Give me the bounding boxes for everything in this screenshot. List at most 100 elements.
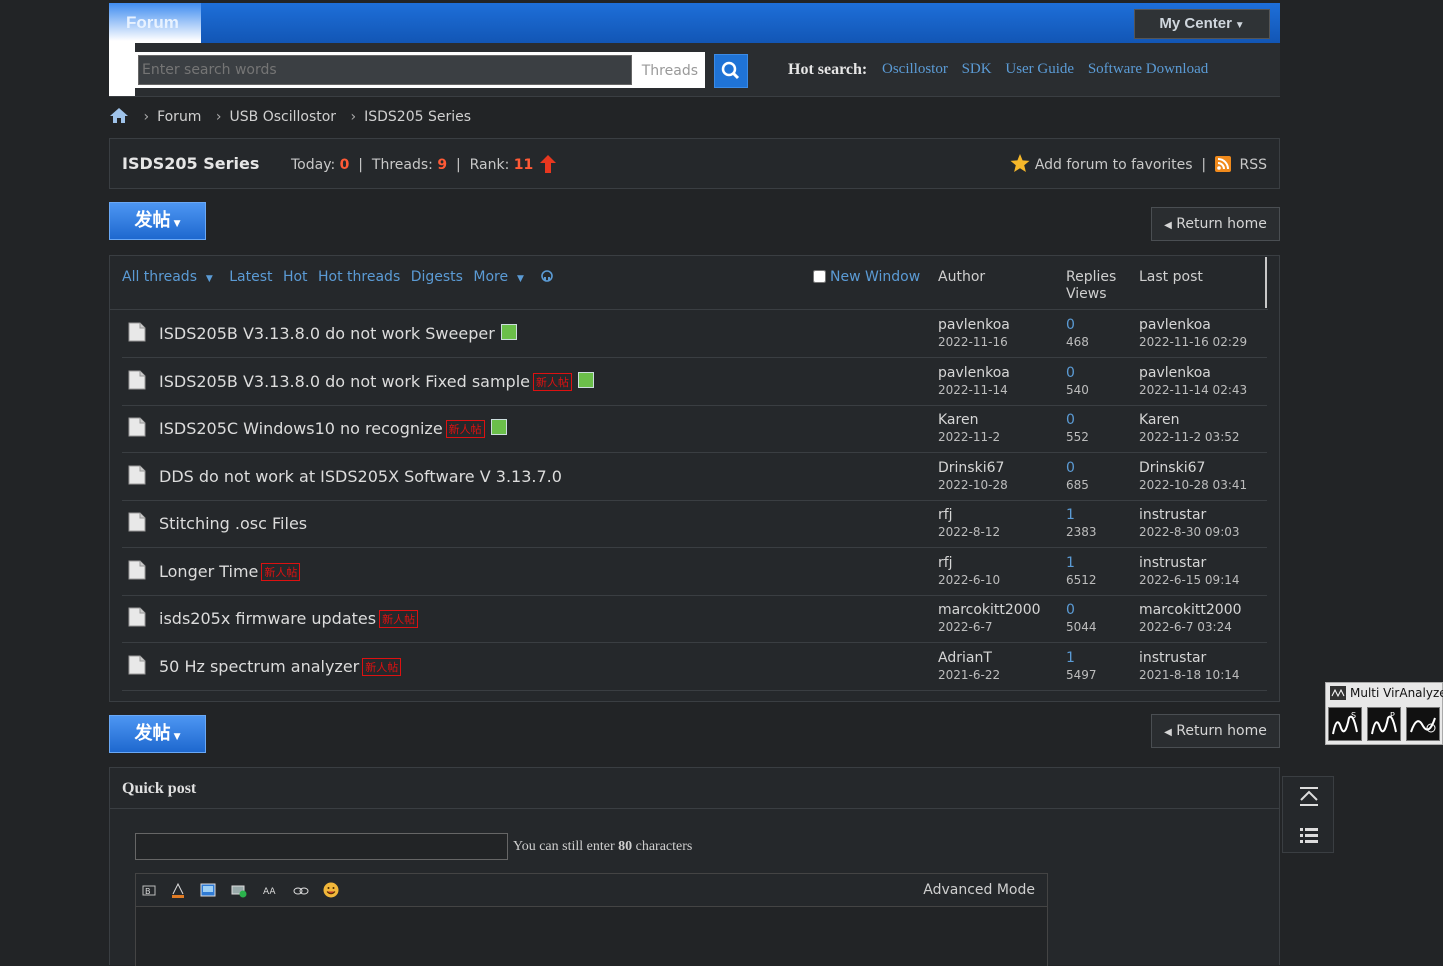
author-link[interactable]: pavlenkoa bbox=[938, 317, 1010, 333]
column-last-post: Last post bbox=[1139, 269, 1203, 285]
last-post-time[interactable]: 2022-11-2 03:52 bbox=[1139, 429, 1240, 446]
filter-hot[interactable]: Hot bbox=[283, 269, 308, 285]
list-icon[interactable] bbox=[1297, 825, 1321, 847]
view-count: 468 bbox=[1066, 335, 1089, 349]
last-post-user[interactable]: instrustar bbox=[1139, 650, 1206, 666]
reply-count[interactable]: 0 bbox=[1066, 602, 1075, 618]
thread-title-link[interactable]: 50 Hz spectrum analyzer bbox=[159, 657, 359, 676]
thread-title-link[interactable]: isds205x firmware updates bbox=[159, 609, 376, 628]
reply-count[interactable]: 0 bbox=[1066, 365, 1075, 381]
last-post-user[interactable]: instrustar bbox=[1139, 555, 1206, 571]
breadcrumb-forum[interactable]: Forum bbox=[157, 109, 201, 125]
reply-count[interactable]: 0 bbox=[1066, 460, 1075, 476]
my-center-button[interactable]: My Center ▼ bbox=[1134, 9, 1270, 39]
link-icon[interactable] bbox=[293, 882, 309, 898]
last-post-time[interactable]: 2021-8-18 10:14 bbox=[1139, 667, 1240, 684]
filter-all-threads[interactable]: All threads ▼ bbox=[122, 269, 219, 285]
author-link[interactable]: AdrianT bbox=[938, 650, 992, 666]
author-link[interactable]: rfj bbox=[938, 555, 953, 571]
breadcrumb-usb-oscillostor[interactable]: USB Oscillostor bbox=[230, 109, 337, 125]
refresh-icon[interactable] bbox=[540, 269, 554, 283]
image-attachment-icon bbox=[490, 419, 507, 435]
caret-down-icon: ▼ bbox=[170, 732, 181, 742]
author-link[interactable]: pavlenkoa bbox=[938, 365, 1010, 381]
hot-link-oscillostor[interactable]: Oscillostor bbox=[882, 61, 948, 77]
stats-cell: 1 6512 bbox=[1066, 555, 1097, 589]
author-link[interactable]: rfj bbox=[938, 507, 953, 523]
new-window-toggle[interactable]: New Window bbox=[813, 269, 920, 285]
breadcrumb-isds205[interactable]: ISDS205 Series bbox=[364, 109, 471, 125]
thread-title-link[interactable]: ISDS205B V3.13.8.0 do not work Sweeper bbox=[159, 324, 495, 343]
image-icon[interactable] bbox=[200, 882, 216, 898]
thread-list: All threads ▼ Latest Hot Hot threads Dig… bbox=[109, 255, 1280, 702]
forum-tab[interactable]: Forum bbox=[109, 3, 201, 43]
add-to-favorites-link[interactable]: Add forum to favorites bbox=[1035, 157, 1193, 173]
hot-link-sdk[interactable]: SDK bbox=[962, 61, 992, 77]
thread-file-icon bbox=[128, 417, 146, 437]
thread-title-link[interactable]: ISDS205C Windows10 no recognize bbox=[159, 419, 443, 438]
filter-digests[interactable]: Digests bbox=[411, 269, 463, 285]
last-post-time[interactable]: 2022-11-14 02:43 bbox=[1139, 382, 1247, 399]
search-button[interactable] bbox=[714, 54, 748, 88]
home-icon[interactable] bbox=[109, 107, 129, 124]
post-date: 2022-11-14 bbox=[938, 382, 1008, 397]
new-post-button[interactable]: 发帖 ▼ bbox=[109, 202, 206, 240]
reply-count[interactable]: 0 bbox=[1066, 412, 1075, 428]
generator-mode-button[interactable] bbox=[1406, 707, 1440, 741]
filter-latest[interactable]: Latest bbox=[229, 269, 272, 285]
author-link[interactable]: Karen bbox=[938, 412, 978, 428]
thread-title-cell: ISDS205B V3.13.8.0 do not work Fixed sam… bbox=[159, 371, 594, 391]
thread-file-icon bbox=[128, 655, 146, 674]
reply-count[interactable]: 1 bbox=[1066, 650, 1075, 666]
back-to-top-icon[interactable] bbox=[1297, 786, 1321, 808]
svg-text:P: P bbox=[1390, 711, 1395, 720]
quote-icon[interactable]: AA bbox=[262, 882, 278, 898]
table-row: ISDS205C Windows10 no recognize 新人帖 Karen 2… bbox=[122, 405, 1267, 453]
last-post-time[interactable]: 2022-10-28 03:41 bbox=[1139, 477, 1247, 494]
author-link[interactable]: Drinski67 bbox=[938, 460, 1004, 476]
quick-post-header: Quick post bbox=[110, 768, 1279, 809]
filter-more[interactable]: More ▼ bbox=[473, 269, 530, 285]
search-type-select[interactable]: Threads bbox=[642, 63, 698, 79]
reply-count[interactable]: 0 bbox=[1066, 317, 1075, 333]
author-link[interactable]: marcokitt2000 bbox=[938, 602, 1041, 618]
last-post-user[interactable]: pavlenkoa bbox=[1139, 317, 1211, 333]
return-home-button[interactable]: ◀ Return home bbox=[1151, 207, 1280, 241]
reply-count[interactable]: 1 bbox=[1066, 555, 1075, 571]
emoji-icon[interactable] bbox=[323, 882, 339, 898]
last-post-user[interactable]: Drinski67 bbox=[1139, 460, 1205, 476]
advanced-mode-link[interactable]: Advanced Mode bbox=[923, 882, 1035, 898]
thread-title-link[interactable]: Longer Time bbox=[159, 562, 258, 581]
view-count: 5497 bbox=[1066, 667, 1097, 682]
last-post-time[interactable]: 2022-6-7 03:24 bbox=[1139, 619, 1242, 636]
last-post-time[interactable]: 2022-11-16 02:29 bbox=[1139, 334, 1247, 351]
thread-title-link[interactable]: DDS do not work at ISDS205X Software V 3… bbox=[159, 467, 562, 486]
spectrum-mode-button[interactable]: P bbox=[1367, 707, 1401, 741]
thread-title-link[interactable]: ISDS205B V3.13.8.0 do not work Fixed sam… bbox=[159, 372, 530, 391]
oscilloscope-mode-button[interactable]: S bbox=[1328, 707, 1362, 741]
last-post-time[interactable]: 2022-8-30 09:03 bbox=[1139, 524, 1240, 541]
bold-icon[interactable]: B bbox=[141, 882, 157, 898]
post-editor: B AA Advanced Mode bbox=[135, 873, 1048, 966]
reply-count[interactable]: 1 bbox=[1066, 507, 1075, 523]
search-input[interactable] bbox=[138, 55, 632, 85]
last-post-user[interactable]: marcokitt2000 bbox=[1139, 602, 1242, 618]
last-post-user[interactable]: pavlenkoa bbox=[1139, 365, 1211, 381]
subject-input[interactable] bbox=[135, 833, 508, 860]
last-post-user[interactable]: Karen bbox=[1139, 412, 1179, 428]
new-post-button-bottom[interactable]: 发帖 ▼ bbox=[109, 715, 206, 753]
attachment-icon[interactable] bbox=[231, 882, 247, 898]
filter-hot-threads[interactable]: Hot threads bbox=[318, 269, 400, 285]
return-home-button-bottom[interactable]: ◀ Return home bbox=[1151, 714, 1280, 748]
new-window-checkbox[interactable] bbox=[813, 270, 826, 283]
post-date: 2022-11-16 bbox=[938, 335, 1008, 349]
last-post-time[interactable]: 2022-6-15 09:14 bbox=[1139, 572, 1240, 589]
hot-link-user-guide[interactable]: User Guide bbox=[1005, 61, 1074, 77]
rss-link[interactable]: RSS bbox=[1239, 157, 1267, 173]
last-post-user[interactable]: instrustar bbox=[1139, 507, 1206, 523]
hot-link-software-download[interactable]: Software Download bbox=[1088, 61, 1208, 77]
font-color-icon[interactable] bbox=[170, 882, 186, 898]
thread-title-link[interactable]: Stitching .osc Files bbox=[159, 514, 307, 533]
scrollbar[interactable] bbox=[1265, 257, 1267, 308]
post-date: 2022-8-12 bbox=[938, 525, 1001, 539]
